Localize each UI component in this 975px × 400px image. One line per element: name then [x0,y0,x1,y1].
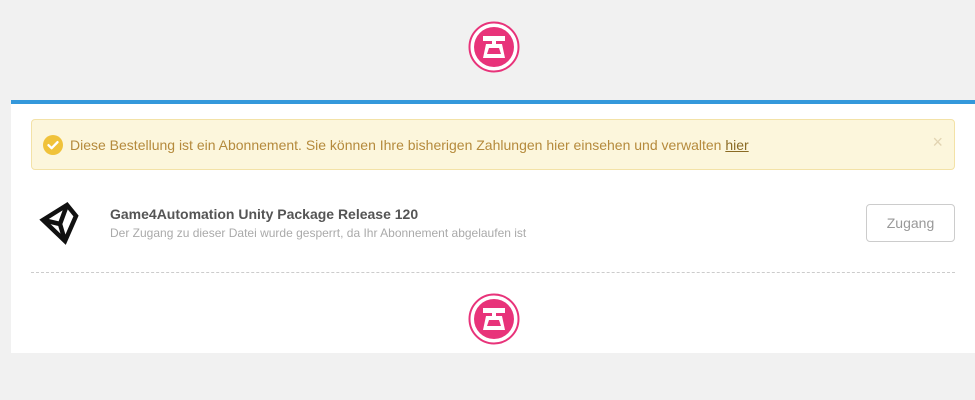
close-icon[interactable]: × [932,132,943,152]
download-title: Game4Automation Unity Package Release 12… [110,206,419,222]
unity-logo-icon [37,200,83,246]
alert-message-text: Diese Bestellung ist ein Abonnement. Sie… [70,137,722,153]
access-button[interactable]: Zugang [866,204,955,242]
manage-payments-link[interactable]: hier [725,137,748,153]
check-circle-icon [43,135,63,155]
order-card: Diese Bestellung ist ein Abonnement. Sie… [11,100,975,353]
brand-logo-icon [468,293,520,345]
divider [31,272,955,273]
alert-message: Diese Bestellung ist ein Abonnement. Sie… [70,136,749,154]
brand-logo-icon [468,21,520,73]
subscription-alert: Diese Bestellung ist ein Abonnement. Sie… [31,119,955,170]
download-status-text: Der Zugang zu dieser Datei wurde gesperr… [110,226,527,240]
